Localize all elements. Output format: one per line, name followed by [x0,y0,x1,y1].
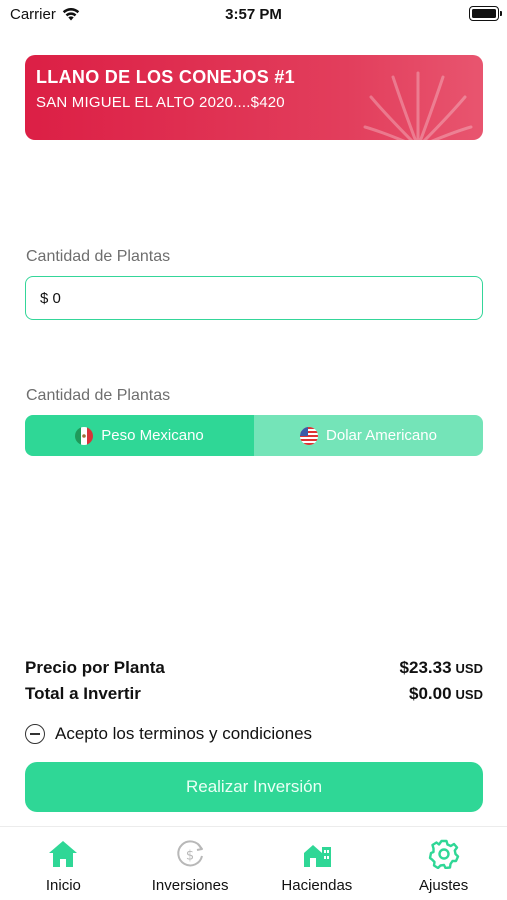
banner-subtitle: SAN MIGUEL EL ALTO 2020....$420 [36,94,285,111]
currency-label: Cantidad de Plantas [26,387,171,404]
total-amount: $0.00 USD [409,684,483,704]
currency-option-label: Dolar Americano [326,427,437,444]
price-label: Precio por Planta [25,658,165,677]
currency-toggle: Peso Mexicano Dolar Americano [25,415,483,456]
battery-icon [469,6,502,21]
amount-field[interactable] [25,276,483,320]
usa-flag-icon [300,426,319,445]
status-bar: Carrier 3:57 PM [0,0,507,30]
tab-inicio[interactable]: Inicio [0,827,127,900]
total-row: Total a Invertir $0.00 USD [25,684,483,704]
mexico-flag-icon [75,426,94,445]
home-icon [49,841,78,867]
svg-text:$: $ [186,849,194,864]
tab-inversiones[interactable]: $ Inversiones [127,827,254,900]
tab-ajustes[interactable]: Ajustes [380,827,507,900]
total-label: Total a Invertir [25,684,141,703]
tab-label: Inicio [45,877,81,894]
price-amount: $23.33 USD [400,658,483,678]
tab-haciendas[interactable]: Haciendas [254,827,381,900]
price-unit: USD [455,661,483,676]
tab-label: Ajustes [419,877,469,894]
terms-checkbox[interactable]: Acepto los terminos y condiciones [25,724,312,744]
price-row: Precio por Planta $23.33 USD [25,658,483,678]
total-value: $0.00 [409,684,452,703]
checkbox-icon[interactable] [25,724,45,744]
currency-option-mxn[interactable]: Peso Mexicano [25,415,254,456]
money-cycle-icon: $ [177,840,204,867]
hacienda-banner: LLANO DE LOS CONEJOS #1 SAN MIGUEL EL AL… [25,55,483,140]
currency-option-usd[interactable]: Dolar Americano [254,415,483,456]
currency-option-label: Peso Mexicano [101,427,204,444]
price-value: $23.33 [399,658,452,677]
status-time: 3:57 PM [225,6,282,23]
amount-input[interactable] [40,289,468,307]
invest-button[interactable]: Realizar Inversión [25,762,483,812]
total-unit: USD [455,687,483,702]
agave-icon [363,71,473,140]
tab-label: Haciendas [281,877,353,894]
tab-bar: Inicio $ Inversiones Haciendas Ajustes [0,826,507,900]
terms-label: Acepto los terminos y condiciones [55,724,313,743]
hacienda-icon [303,845,331,867]
tab-label: Inversiones [151,877,229,894]
amount-label: Cantidad de Plantas [26,248,171,265]
gear-icon [428,839,459,869]
banner-title: LLANO DE LOS CONEJOS #1 [36,67,295,87]
